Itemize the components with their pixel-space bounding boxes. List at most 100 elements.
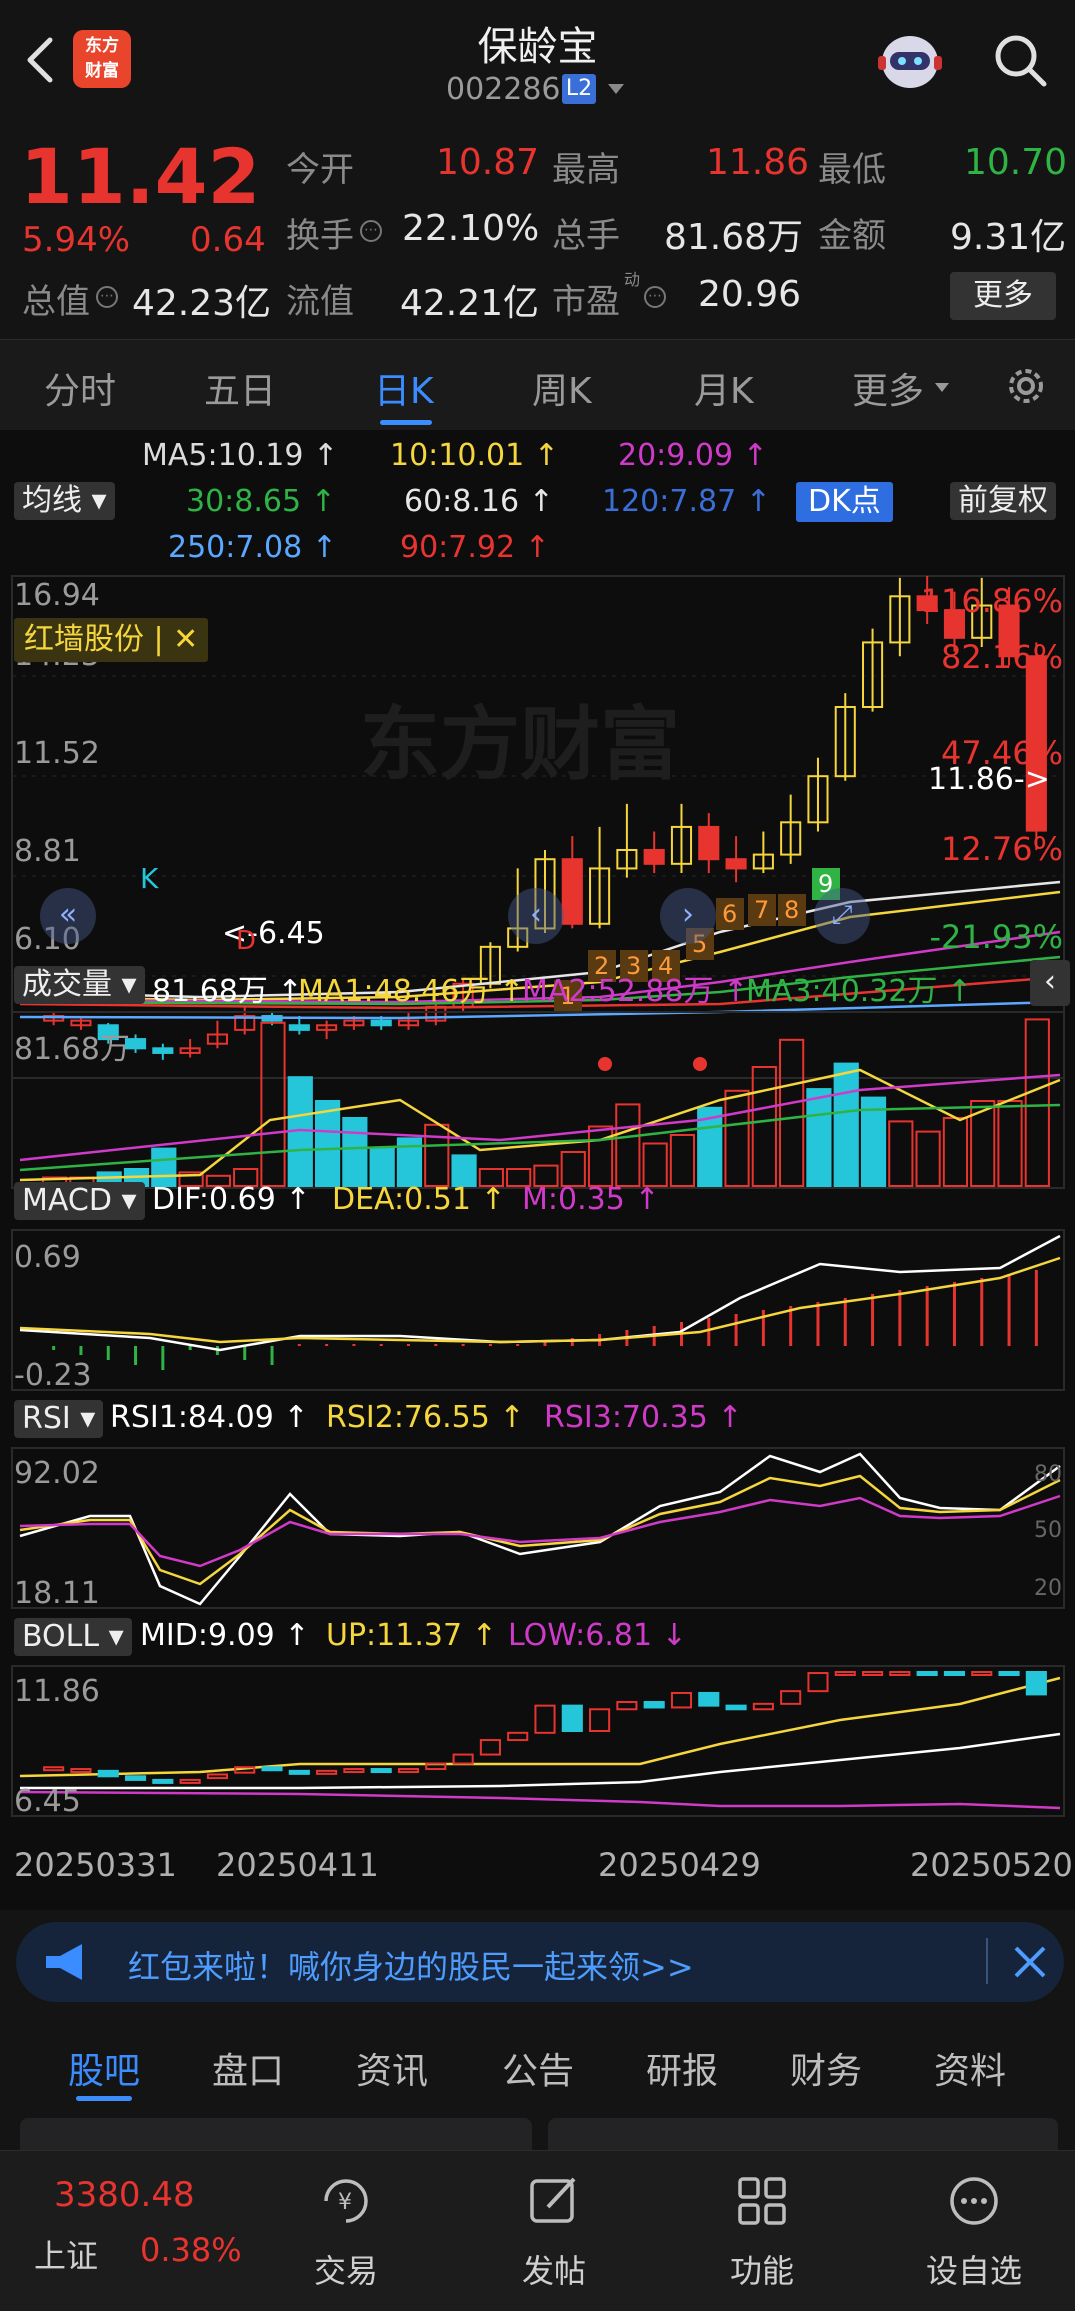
index-value[interactable]: 3380.48 bbox=[54, 2175, 195, 2215]
ma-selector-button[interactable]: 均线 ▾ bbox=[14, 482, 115, 520]
boll-candle bbox=[288, 1769, 310, 1775]
boll-candle bbox=[43, 1766, 65, 1772]
low-value: 10.70 bbox=[964, 142, 1068, 183]
info-icon[interactable]: ⋯ bbox=[644, 286, 666, 308]
gear-icon[interactable] bbox=[1002, 362, 1050, 410]
volume-label: 总手 bbox=[552, 216, 620, 256]
volume-bar bbox=[915, 1130, 941, 1187]
boll-candle bbox=[561, 1704, 583, 1733]
date-label-2: 20250411 bbox=[216, 1846, 379, 1884]
macd-selector-button[interactable]: MACD ▾ bbox=[14, 1182, 145, 1220]
tab-intraday[interactable]: 分时 bbox=[44, 362, 116, 414]
post-card-partial[interactable] bbox=[20, 2118, 532, 2154]
promo-banner[interactable]: 红包来啦！喊你身边的股民一起来领>> bbox=[16, 1922, 1064, 2002]
turnover-label: 换手 bbox=[286, 216, 354, 256]
boll-candle bbox=[971, 1671, 993, 1676]
boll-candle bbox=[725, 1704, 747, 1711]
dk-point-button[interactable]: DK点 bbox=[796, 482, 893, 522]
rsi-top-label: 92.02 bbox=[14, 1456, 100, 1491]
banner-divider bbox=[986, 1938, 988, 1984]
tab-daily-k[interactable]: 日K bbox=[374, 362, 434, 414]
total-value: 42.23亿 bbox=[132, 283, 272, 324]
turnover-value: 22.10% bbox=[402, 208, 540, 249]
total-value-label: 总值 bbox=[22, 282, 90, 322]
trade-label[interactable]: 交易 bbox=[286, 2246, 406, 2292]
change-pct: 5.94% bbox=[22, 220, 131, 260]
banner-text[interactable]: 红包来啦！喊你身边的股民一起来领>> bbox=[128, 1942, 694, 1988]
post-card-partial[interactable] bbox=[548, 2118, 1058, 2154]
boll-mid: MID:9.09 ↑ bbox=[140, 1618, 310, 1653]
scroll-right-icon[interactable]: › bbox=[660, 888, 716, 944]
stock-code: 002286 bbox=[446, 72, 561, 107]
macd-chart[interactable] bbox=[0, 1228, 1075, 1393]
candle-body bbox=[561, 858, 583, 925]
chart-area[interactable]: MA5:10.19 ↑ 10:10.01 ↑ 20:9.09 ↑ 均线 ▾ 30… bbox=[0, 430, 1075, 1910]
boll-candle bbox=[589, 1708, 611, 1733]
boll-candle bbox=[780, 1690, 802, 1705]
edit-post-icon[interactable] bbox=[524, 2171, 584, 2231]
boll-chart[interactable] bbox=[0, 1664, 1075, 1824]
more-button[interactable]: 更多 bbox=[950, 272, 1056, 320]
expand-icon[interactable]: ⤢ bbox=[814, 888, 870, 944]
boll-selector-button[interactable]: BOLL ▾ bbox=[14, 1618, 132, 1656]
tab-pankou[interactable]: 盘口 bbox=[212, 2042, 284, 2094]
pct-label-2: 82.16% bbox=[940, 638, 1063, 676]
related-stock-tag[interactable]: 红墙股份 | ✕ bbox=[14, 618, 209, 662]
td-count-label: 6 bbox=[722, 900, 737, 928]
index-name[interactable]: 上证 bbox=[34, 2231, 98, 2277]
close-icon[interactable] bbox=[1012, 1944, 1048, 1980]
tab-research[interactable]: 研报 bbox=[646, 2042, 718, 2094]
boll-candle bbox=[70, 1768, 92, 1774]
rsi-chart[interactable] bbox=[0, 1446, 1075, 1611]
boll-candle bbox=[97, 1769, 119, 1778]
tab-finance[interactable]: 财务 bbox=[790, 2042, 862, 2094]
search-icon[interactable] bbox=[990, 30, 1050, 90]
tab-more[interactable]: 更多 bbox=[852, 362, 924, 414]
date-label-1: 20250331 bbox=[14, 1846, 177, 1884]
add-watchlist-label[interactable]: 设自选 bbox=[914, 2246, 1034, 2292]
tab-monthly-k[interactable]: 月K bbox=[694, 362, 754, 414]
rsi3-line bbox=[19, 1494, 1061, 1568]
boll-candle bbox=[124, 1775, 147, 1781]
dropdown-icon[interactable] bbox=[606, 82, 626, 96]
info-icon[interactable]: ⋯ bbox=[96, 286, 118, 308]
adjust-button[interactable]: 前复权 bbox=[950, 482, 1056, 520]
scroll-left-icon[interactable]: ‹ bbox=[508, 888, 564, 944]
tab-guba[interactable]: 股吧 bbox=[68, 2042, 140, 2094]
tab-announcements[interactable]: 公告 bbox=[502, 2042, 574, 2094]
date-label-4: 20250520 bbox=[910, 1846, 1073, 1884]
volume-bar bbox=[560, 1151, 586, 1187]
yuan-exchange-icon[interactable]: ¥ bbox=[316, 2171, 376, 2231]
boll-low: LOW:6.81 ↓ bbox=[508, 1618, 687, 1653]
tab-weekly-k[interactable]: 周K bbox=[532, 362, 592, 414]
level-badge[interactable]: L2 bbox=[562, 74, 596, 104]
active-tab-indicator bbox=[76, 2096, 132, 2101]
info-icon[interactable]: ⋯ bbox=[360, 220, 382, 242]
robot-avatar-icon[interactable] bbox=[872, 24, 948, 96]
post-label[interactable]: 发帖 bbox=[494, 2246, 614, 2292]
dropdown-icon[interactable] bbox=[934, 382, 950, 394]
volume-bar bbox=[751, 1066, 777, 1187]
collapse-panel-icon[interactable]: ‹ bbox=[1030, 960, 1070, 1006]
boll-candle bbox=[425, 1762, 447, 1771]
tab-five-day[interactable]: 五日 bbox=[204, 362, 276, 414]
low-label: 最低 bbox=[818, 150, 886, 190]
scroll-left-fast-icon[interactable]: « bbox=[40, 888, 96, 944]
open-label: 今开 bbox=[286, 150, 354, 190]
more-dots-icon[interactable] bbox=[944, 2171, 1004, 2231]
boll-candle bbox=[834, 1671, 856, 1676]
rsi-selector-button[interactable]: RSI ▾ bbox=[14, 1400, 104, 1438]
k-marker: K bbox=[140, 862, 159, 895]
boll-candle bbox=[1025, 1671, 1047, 1696]
ma90-legend: 90:7.92 ↑ bbox=[400, 530, 550, 565]
tab-news[interactable]: 资讯 bbox=[356, 2042, 428, 2094]
grid-apps-icon[interactable] bbox=[732, 2171, 792, 2231]
volume-selector-button[interactable]: 成交量 ▾ bbox=[14, 966, 145, 1004]
functions-label[interactable]: 功能 bbox=[702, 2246, 822, 2292]
volume-bar bbox=[642, 1142, 668, 1187]
boll-low-line bbox=[19, 1790, 1061, 1810]
volume-bar bbox=[314, 1100, 341, 1187]
volume-chart[interactable] bbox=[0, 1010, 1075, 1190]
index-pct[interactable]: 0.38% bbox=[140, 2231, 242, 2269]
tab-profile[interactable]: 资料 bbox=[934, 2042, 1006, 2094]
